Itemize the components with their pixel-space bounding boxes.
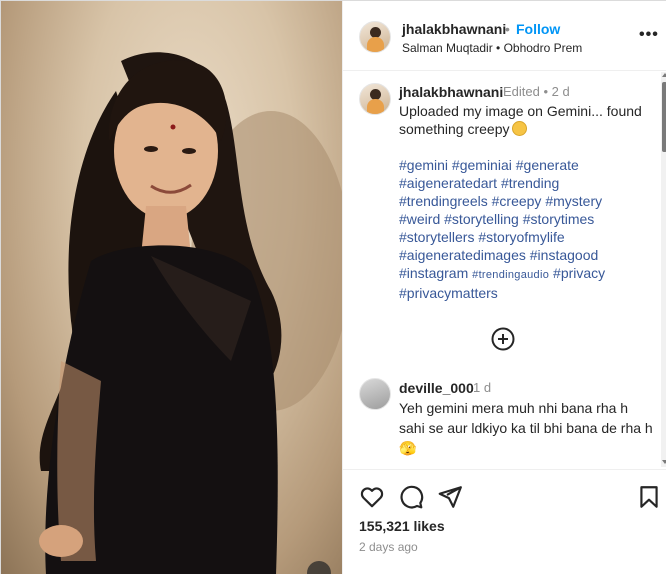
caption-meta: Edited • 2 d — [503, 84, 570, 99]
commenter-avatar[interactable] — [359, 378, 391, 410]
post-photo[interactable] — [1, 1, 342, 574]
comments-scrollbar[interactable] — [661, 72, 666, 467]
likes-count[interactable]: 155,321 likes — [359, 518, 445, 534]
hashtag-link[interactable]: #trendingaudio — [472, 269, 549, 281]
post-header: jhalakbhawnani • Follow Salman Muqtadir … — [343, 1, 666, 71]
hashtag-link[interactable]: #aigeneratedimages — [399, 247, 526, 263]
hashtag-link[interactable]: #instagram — [399, 265, 468, 281]
hashtag-link[interactable]: #trendingreels — [399, 193, 488, 209]
follow-button[interactable]: Follow — [516, 21, 560, 37]
commenter-username[interactable]: deville_000 — [399, 380, 474, 396]
caption-avatar[interactable] — [359, 83, 391, 115]
post-date: 2 days ago — [359, 540, 418, 554]
post-side-panel: jhalakbhawnani • Follow Salman Muqtadir … — [342, 1, 666, 574]
hashtag-link[interactable]: #storyofmylife — [478, 229, 564, 245]
scroll-up-arrow-icon[interactable] — [662, 73, 666, 77]
hashtag-link[interactable]: #creepy — [492, 193, 542, 209]
scroll-down-arrow-icon[interactable] — [662, 460, 666, 464]
instagram-post-modal: jhalakbhawnani • Follow Salman Muqtadir … — [0, 0, 666, 574]
bookmark-icon[interactable] — [636, 484, 662, 510]
hashtag-link[interactable]: #storytellers — [399, 229, 474, 245]
author-avatar[interactable] — [359, 21, 391, 53]
hashtag-link[interactable]: #trending — [501, 175, 559, 191]
hashtag-link[interactable]: #privacy — [553, 265, 605, 281]
hashtag-link[interactable]: #generate — [516, 157, 579, 173]
audio-label[interactable]: Salman Muqtadir • Obhodro Prem — [402, 41, 582, 55]
hashtag-link[interactable]: #geminiai — [452, 157, 512, 173]
follow-separator: • — [505, 21, 510, 37]
load-more-comments-icon[interactable] — [491, 327, 515, 351]
comments-scroll-area[interactable]: jhalakbhawnani Edited • 2 d Uploaded my … — [343, 72, 661, 467]
hashtag-link[interactable]: #storytimes — [523, 211, 595, 227]
hashtag-link[interactable]: #storytelling — [444, 211, 519, 227]
post-actions-bar: 155,321 likes 2 days ago — [343, 469, 666, 574]
more-options-icon[interactable]: ••• — [639, 26, 659, 44]
hashtag-link[interactable]: #mystery — [545, 193, 602, 209]
comment-text: Yeh gemini mera muh nhi bana rha h sahi … — [399, 400, 653, 456]
author-username[interactable]: jhalakbhawnani — [402, 21, 506, 37]
grimacing-face-emoji-icon — [511, 121, 527, 136]
share-icon[interactable] — [437, 484, 463, 510]
comment-time: 1 d — [473, 380, 492, 395]
hashtag-link[interactable]: #weird — [399, 211, 440, 227]
hashtag-link[interactable]: #privacymatters — [399, 285, 498, 301]
hashtag-link[interactable]: #gemini — [399, 157, 448, 173]
photo-illustration — [39, 52, 342, 574]
hashtag-link[interactable]: #instagood — [530, 247, 599, 263]
scrollbar-thumb[interactable] — [662, 82, 666, 152]
hashtag-list: #gemini #geminiai #generate #aigenerated… — [399, 156, 654, 302]
hashtag-link[interactable]: #aigeneratedart — [399, 175, 497, 191]
caption-text: Uploaded my image on Gemini... found som… — [399, 103, 642, 137]
caption-username[interactable]: jhalakbhawnani — [399, 84, 503, 100]
heart-icon[interactable] — [359, 484, 385, 510]
comment-icon[interactable] — [398, 484, 424, 510]
